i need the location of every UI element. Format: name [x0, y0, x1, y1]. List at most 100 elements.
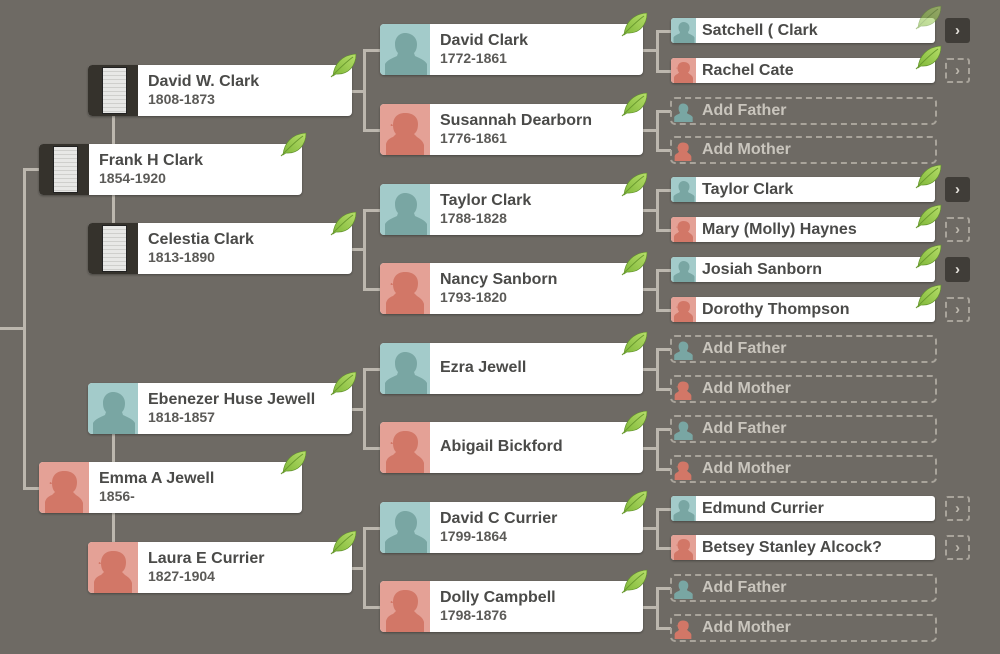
person-card[interactable]: Susannah Dearborn 1776-1861 [380, 104, 643, 155]
person-photo[interactable] [671, 535, 696, 560]
person-photo[interactable] [380, 184, 430, 235]
person-photo[interactable] [88, 223, 138, 274]
leaf-icon[interactable] [330, 210, 358, 236]
person-name[interactable]: Betsey Stanley Alcock? [696, 539, 882, 557]
person-card[interactable]: Dorothy Thompson [671, 297, 935, 322]
person-photo[interactable] [88, 65, 138, 116]
person-photo[interactable] [380, 24, 430, 75]
add-mother-button[interactable]: Add Mother [670, 136, 937, 164]
person-card[interactable]: Laura E Currier 1827-1904 [88, 542, 352, 593]
person-card[interactable]: Betsey Stanley Alcock? [671, 535, 935, 560]
person-photo[interactable] [39, 462, 89, 513]
person-name[interactable]: Ebenezer Huse Jewell [148, 391, 352, 409]
person-card[interactable]: Ebenezer Huse Jewell 1818-1857 [88, 383, 352, 434]
chevron-right-icon[interactable]: › [945, 297, 970, 322]
person-name[interactable]: Celestia Clark [148, 231, 352, 249]
leaf-icon[interactable] [915, 283, 943, 309]
person-photo[interactable] [88, 383, 138, 434]
chevron-right-icon[interactable]: › [945, 257, 970, 282]
person-photo[interactable] [671, 496, 696, 521]
leaf-icon[interactable] [621, 171, 649, 197]
person-name[interactable]: Susannah Dearborn [440, 112, 643, 130]
chevron-right-icon[interactable]: › [945, 58, 970, 83]
person-name[interactable]: Emma A Jewell [99, 470, 302, 488]
person-name[interactable]: Frank H Clark [99, 152, 302, 170]
leaf-icon[interactable] [621, 11, 649, 37]
person-name[interactable]: Taylor Clark [440, 192, 643, 210]
person-card[interactable]: Emma A Jewell 1856- [39, 462, 302, 513]
person-card[interactable]: Taylor Clark 1788-1828 [380, 184, 643, 235]
leaf-icon[interactable] [621, 568, 649, 594]
chevron-right-icon[interactable]: › [945, 217, 970, 242]
person-card[interactable]: Dolly Campbell 1798-1876 [380, 581, 643, 632]
person-name[interactable]: Taylor Clark [696, 181, 793, 199]
person-card[interactable]: Josiah Sanborn [671, 257, 935, 282]
leaf-icon[interactable] [280, 131, 308, 157]
person-name[interactable]: Dorothy Thompson [696, 301, 850, 319]
leaf-icon[interactable] [621, 250, 649, 276]
person-name[interactable]: Rachel Cate [696, 62, 794, 80]
person-photo[interactable] [380, 263, 430, 314]
person-name[interactable]: David C Currier [440, 510, 643, 528]
leaf-icon[interactable] [915, 4, 943, 30]
person-photo[interactable] [671, 58, 696, 83]
add-father-button[interactable]: Add Father [670, 335, 937, 363]
leaf-icon[interactable] [621, 489, 649, 515]
leaf-icon[interactable] [915, 203, 943, 229]
person-card[interactable]: Edmund Currier [671, 496, 935, 521]
person-photo[interactable] [88, 542, 138, 593]
person-card[interactable]: Abigail Bickford [380, 422, 643, 473]
person-name[interactable]: David W. Clark [148, 73, 352, 91]
person-photo[interactable] [380, 104, 430, 155]
person-photo[interactable] [671, 257, 696, 282]
leaf-icon[interactable] [621, 330, 649, 356]
person-photo[interactable] [380, 581, 430, 632]
leaf-icon[interactable] [621, 91, 649, 117]
person-name[interactable]: Ezra Jewell [440, 359, 643, 377]
person-card[interactable]: Frank H Clark 1854-1920 [39, 144, 302, 195]
add-father-button[interactable]: Add Father [670, 97, 937, 125]
add-father-button[interactable]: Add Father [670, 574, 937, 602]
person-photo[interactable] [39, 144, 89, 195]
person-photo[interactable] [671, 177, 696, 202]
person-name[interactable]: David Clark [440, 32, 643, 50]
person-name[interactable]: Satchell ( Clark [696, 22, 818, 40]
chevron-right-icon[interactable]: › [945, 496, 970, 521]
person-card[interactable]: Nancy Sanborn 1793-1820 [380, 263, 643, 314]
person-photo[interactable] [380, 343, 430, 394]
chevron-right-icon[interactable]: › [945, 18, 970, 43]
person-photo[interactable] [671, 297, 696, 322]
person-card[interactable]: Rachel Cate [671, 58, 935, 83]
person-photo[interactable] [671, 217, 696, 242]
add-father-button[interactable]: Add Father [670, 415, 937, 443]
add-mother-button[interactable]: Add Mother [670, 375, 937, 403]
leaf-icon[interactable] [915, 163, 943, 189]
person-photo[interactable] [380, 502, 430, 553]
person-photo[interactable] [671, 18, 696, 43]
leaf-icon[interactable] [915, 243, 943, 269]
person-name[interactable]: Laura E Currier [148, 550, 352, 568]
person-card[interactable]: Celestia Clark 1813-1890 [88, 223, 352, 274]
chevron-right-icon[interactable]: › [945, 535, 970, 560]
leaf-icon[interactable] [330, 370, 358, 396]
person-card[interactable]: Satchell ( Clark [671, 18, 935, 43]
person-card[interactable]: David W. Clark 1808-1873 [88, 65, 352, 116]
person-name[interactable]: Josiah Sanborn [696, 261, 822, 279]
add-mother-button[interactable]: Add Mother [670, 455, 937, 483]
leaf-icon[interactable] [915, 44, 943, 70]
person-name[interactable]: Mary (Molly) Haynes [696, 221, 857, 239]
person-card[interactable]: Ezra Jewell [380, 343, 643, 394]
person-name[interactable]: Edmund Currier [696, 500, 824, 518]
chevron-right-icon[interactable]: › [945, 177, 970, 202]
person-name[interactable]: Abigail Bickford [440, 438, 643, 456]
person-card[interactable]: David C Currier 1799-1864 [380, 502, 643, 553]
person-name[interactable]: Nancy Sanborn [440, 271, 643, 289]
person-card[interactable]: Mary (Molly) Haynes [671, 217, 935, 242]
person-photo[interactable] [380, 422, 430, 473]
add-mother-button[interactable]: Add Mother [670, 614, 937, 642]
person-card[interactable]: Taylor Clark [671, 177, 935, 202]
person-name[interactable]: Dolly Campbell [440, 589, 643, 607]
leaf-icon[interactable] [621, 409, 649, 435]
leaf-icon[interactable] [280, 449, 308, 475]
leaf-icon[interactable] [330, 529, 358, 555]
